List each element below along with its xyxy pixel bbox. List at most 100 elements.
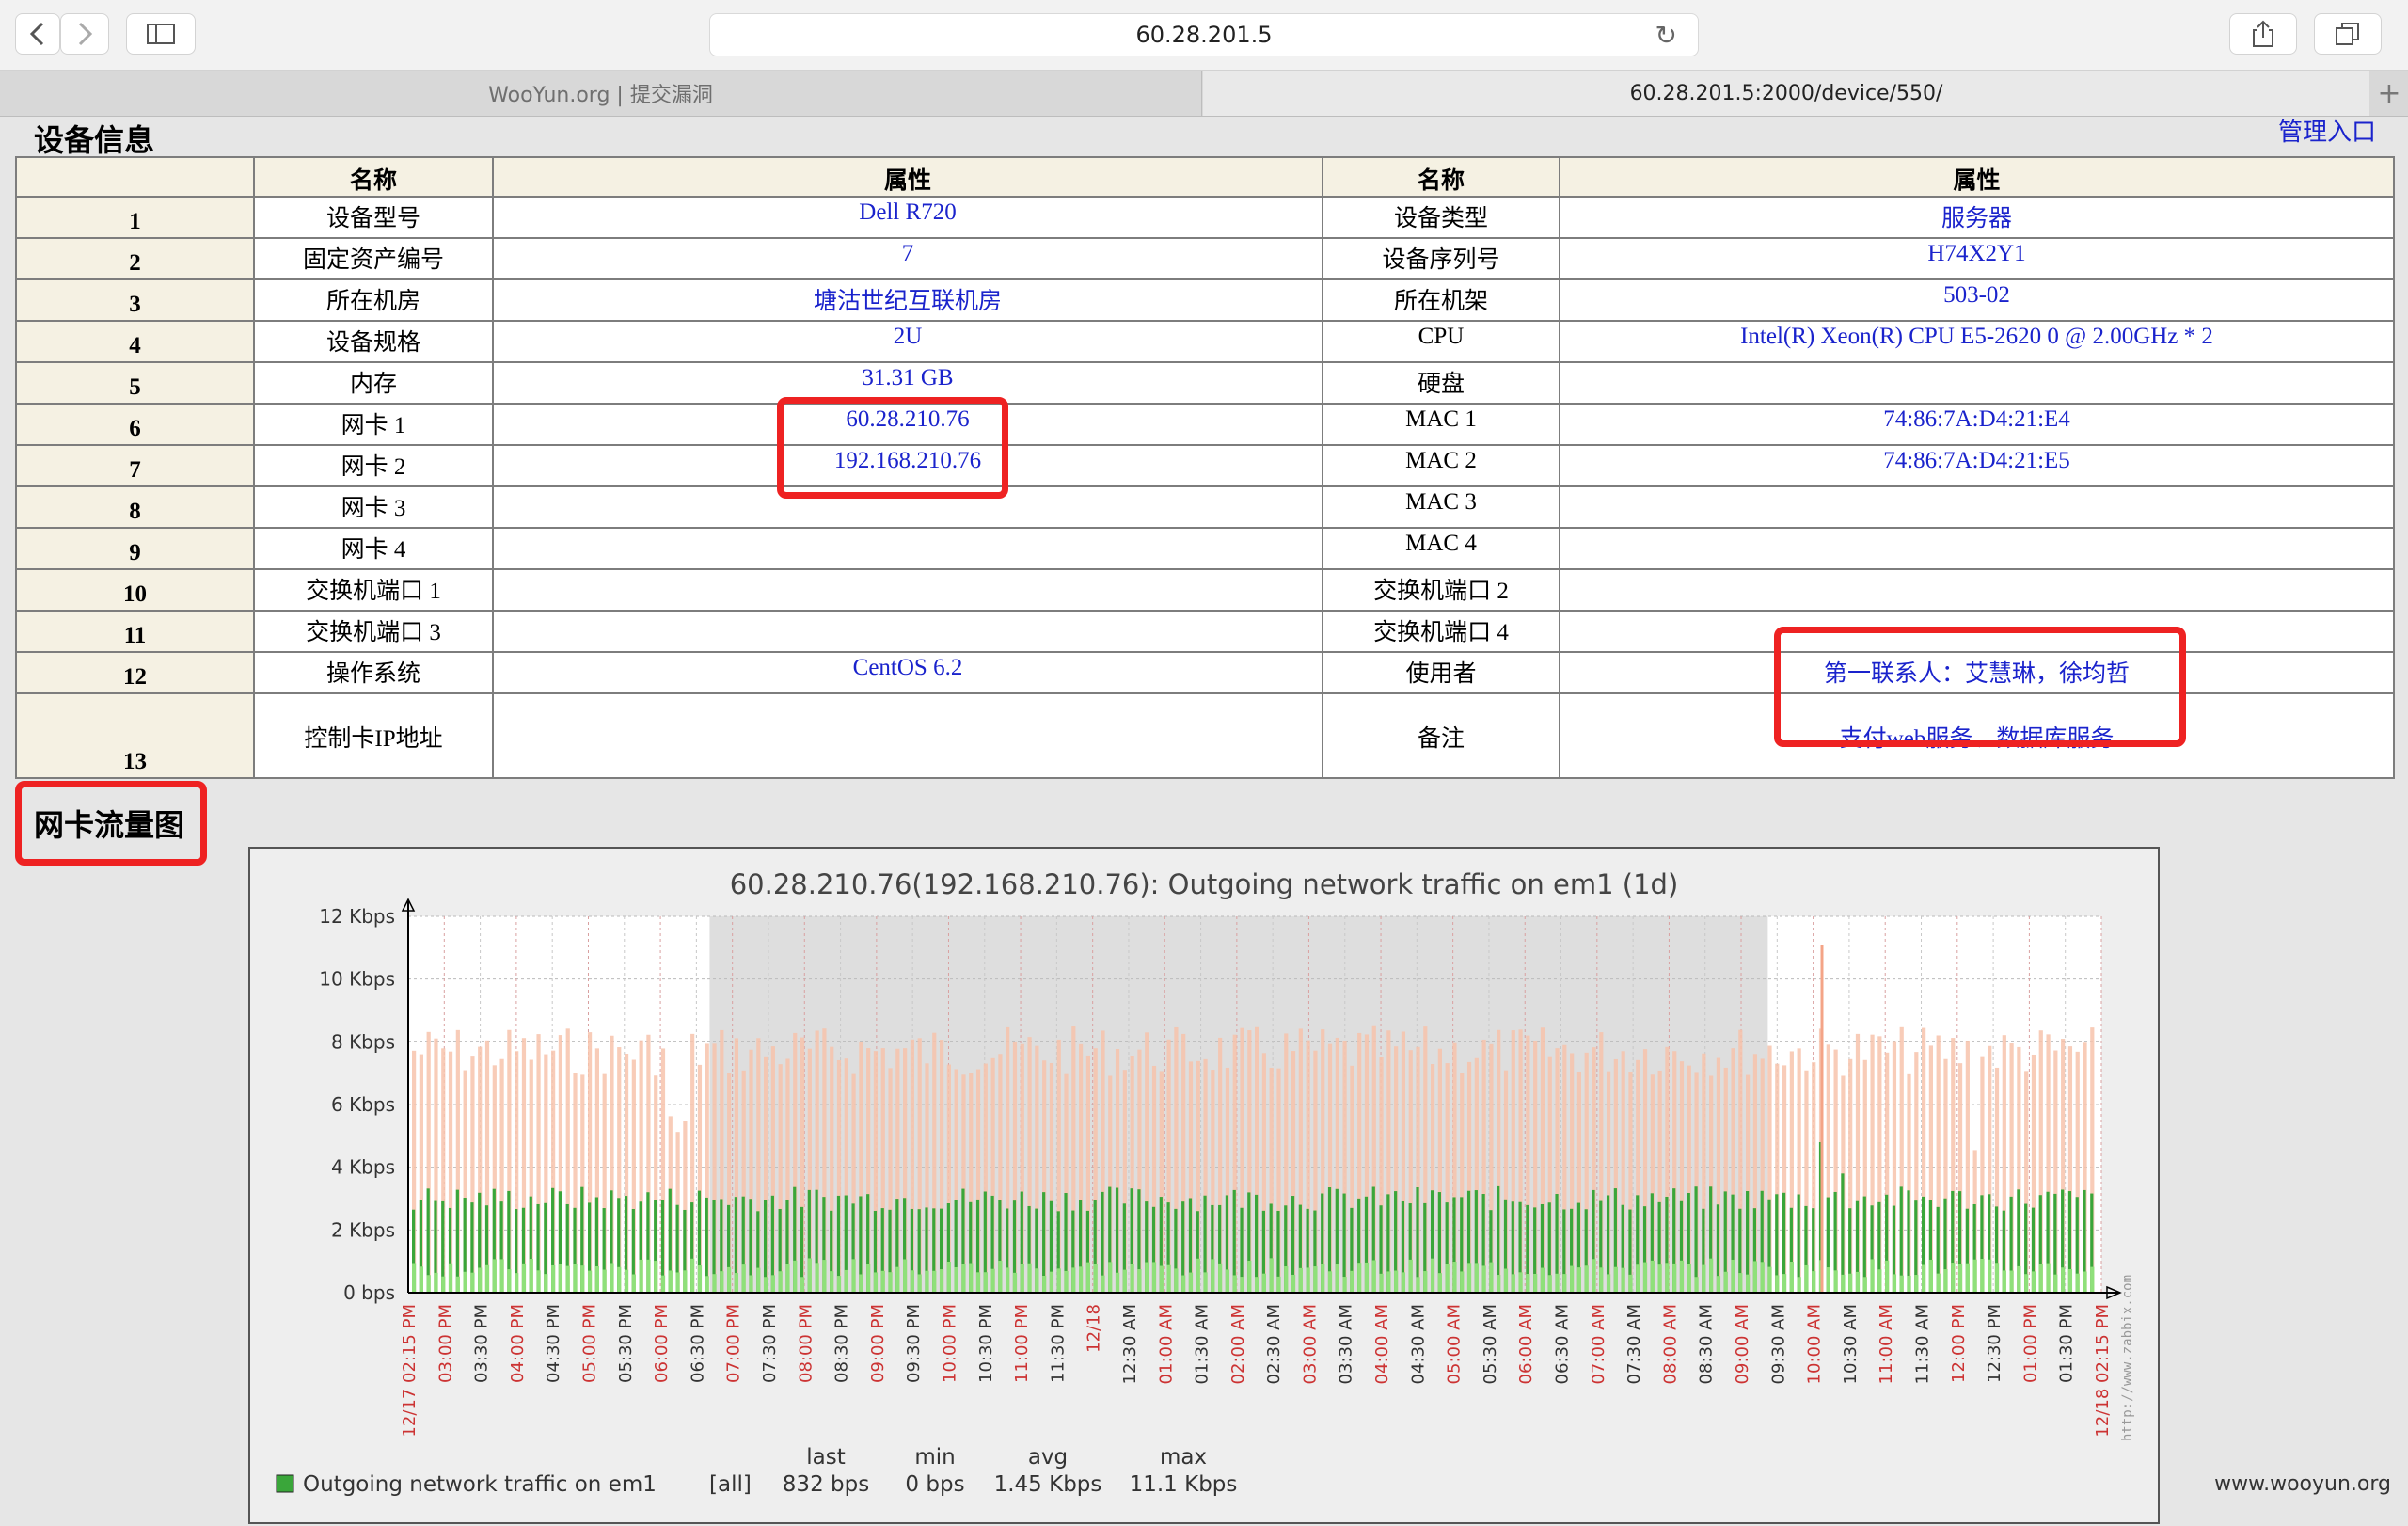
field-value[interactable]: Intel(R) Xeon(R) CPU E5-2620 0 @ 2.00GHz… (1559, 320, 2395, 363)
table-row: 10 交换机端口 1 交换机端口 2 (15, 568, 2395, 612)
field-value[interactable] (492, 692, 1323, 779)
traffic-chart-svg: 60.28.210.76(192.168.210.76): Outgoing n… (276, 868, 2135, 1497)
field-name: 交换机端口 2 (1322, 568, 1560, 612)
field-value[interactable] (1559, 361, 2395, 405)
traffic-low-bar (932, 1270, 937, 1293)
field-value[interactable] (1559, 568, 2395, 612)
traffic-low-bar (1738, 1273, 1743, 1293)
traffic-low-bar (1899, 1275, 1904, 1293)
x-tick-label: 05:00 PM (579, 1304, 599, 1383)
traffic-low-bar (756, 1267, 761, 1293)
traffic-low-bar (1430, 1258, 1435, 1293)
traffic-low-bar (675, 1272, 680, 1293)
field-name: 网卡 4 (253, 527, 494, 570)
traffic-low-bar (1862, 1277, 1867, 1293)
x-tick-label: 01:30 PM (2057, 1304, 2077, 1383)
tab-wooyun[interactable]: WooYun.org | 提交漏洞 (0, 71, 1202, 116)
field-value[interactable] (492, 527, 1323, 570)
field-value[interactable]: CentOS 6.2 (492, 651, 1323, 694)
field-value[interactable]: 服务器 (1559, 196, 2395, 239)
reload-icon[interactable]: ↻ (1656, 20, 1677, 51)
field-value[interactable]: 74:86:7A:D4:21:E4 (1559, 403, 2395, 446)
tabs-overview-button[interactable] (2314, 13, 2382, 55)
address-bar[interactable]: 60.28.201.5 ↻ (709, 13, 1699, 56)
tab-device-page[interactable]: 60.28.201.5:2000/device/550/ (1203, 71, 2369, 116)
traffic-low-bar (1752, 1261, 1758, 1293)
field-name: MAC 2 (1322, 444, 1560, 487)
traffic-low-bar (1379, 1273, 1384, 1293)
forward-button[interactable] (60, 13, 109, 55)
field-value[interactable]: 503-02 (1559, 278, 2395, 322)
field-value[interactable]: 7 (492, 237, 1323, 280)
traffic-low-bar (1408, 1259, 1413, 1293)
x-tick-label: 08:00 PM (796, 1304, 816, 1383)
field-name: 设备类型 (1322, 196, 1560, 239)
x-tick-label: 03:30 PM (472, 1304, 492, 1383)
field-value[interactable] (1559, 485, 2395, 529)
x-tick-label: 06:30 PM (688, 1304, 707, 1383)
traffic-low-bar (1555, 1273, 1560, 1293)
x-tick-label: 06:00 PM (652, 1304, 672, 1383)
traffic-low-bar (939, 1269, 944, 1293)
field-value[interactable] (492, 610, 1323, 653)
traffic-low-bar (851, 1259, 856, 1293)
back-button[interactable] (15, 13, 60, 55)
field-name: 操作系统 (253, 651, 494, 694)
traffic-low-bar (969, 1263, 974, 1293)
traffic-low-bar (1306, 1267, 1310, 1293)
share-button[interactable] (2229, 13, 2297, 55)
chevron-left-icon (29, 22, 44, 46)
traffic-low-bar (1181, 1275, 1186, 1293)
x-tick-label: 11:00 PM (1012, 1304, 1032, 1383)
field-name: 设备规格 (253, 320, 494, 363)
x-tick-label: 12/17 02:15 PM (400, 1304, 420, 1438)
x-tick-label: 01:00 AM (1156, 1304, 1176, 1384)
traffic-low-bar (1497, 1275, 1501, 1293)
legend-header: max (1160, 1445, 1207, 1470)
chevron-right-icon (78, 22, 93, 46)
row-number: 12 (15, 651, 255, 694)
field-value[interactable] (1559, 527, 2395, 570)
traffic-low-bar (800, 1277, 805, 1293)
field-value[interactable]: H74X2Y1 (1559, 237, 2395, 280)
traffic-low-bar (1261, 1273, 1266, 1293)
sidebar-button[interactable] (126, 13, 196, 55)
chart-title: 60.28.210.76(192.168.210.76): Outgoing n… (730, 868, 1679, 900)
x-tick-label: 04:00 AM (1372, 1304, 1392, 1384)
traffic-low-bar (946, 1261, 951, 1293)
x-tick-label: 10:30 PM (976, 1304, 996, 1383)
field-value[interactable]: 塘沽世纪互联机房 (492, 278, 1323, 322)
field-value[interactable]: 2U (492, 320, 1323, 363)
x-tick-label: 01:30 AM (1193, 1304, 1212, 1384)
x-tick-label: 07:30 PM (760, 1304, 780, 1383)
x-tick-label: 04:30 PM (544, 1304, 563, 1383)
new-tab-button[interactable]: + (2370, 71, 2408, 116)
traffic-low-bar (2067, 1268, 2073, 1293)
traffic-low-bar (573, 1264, 578, 1293)
admin-entry-link[interactable]: 管理入口 (2278, 113, 2376, 148)
y-tick-label: 0 bps (343, 1281, 395, 1304)
legend-last: 832 bps (783, 1472, 869, 1497)
traffic-low-bar (1841, 1274, 1846, 1293)
traffic-low-bar (1027, 1263, 1032, 1293)
traffic-low-bar (1972, 1259, 1977, 1293)
field-value[interactable] (492, 568, 1323, 612)
field-name: MAC 1 (1322, 403, 1560, 446)
x-tick-label: 05:30 PM (616, 1304, 636, 1383)
x-tick-label: 10:30 AM (1841, 1304, 1861, 1384)
traffic-low-bar (1159, 1265, 1164, 1293)
traffic-low-bar (1386, 1271, 1391, 1293)
sidebar-icon (147, 24, 175, 44)
traffic-low-bar (1570, 1265, 1575, 1293)
x-tick-label: 12:00 PM (1949, 1304, 1969, 1383)
field-value[interactable]: Dell R720 (492, 196, 1323, 239)
traffic-low-bar (1174, 1268, 1179, 1293)
field-value[interactable]: 74:86:7A:D4:21:E5 (1559, 444, 2395, 487)
traffic-low-bar (1291, 1274, 1296, 1293)
traffic-low-bar (880, 1270, 885, 1293)
traffic-low-bar (419, 1266, 423, 1293)
traffic-low-bar (536, 1270, 541, 1293)
x-tick-label: 03:30 AM (1337, 1304, 1356, 1384)
traffic-low-bar (1599, 1267, 1604, 1293)
x-tick-label: 11:30 AM (1913, 1304, 1933, 1384)
